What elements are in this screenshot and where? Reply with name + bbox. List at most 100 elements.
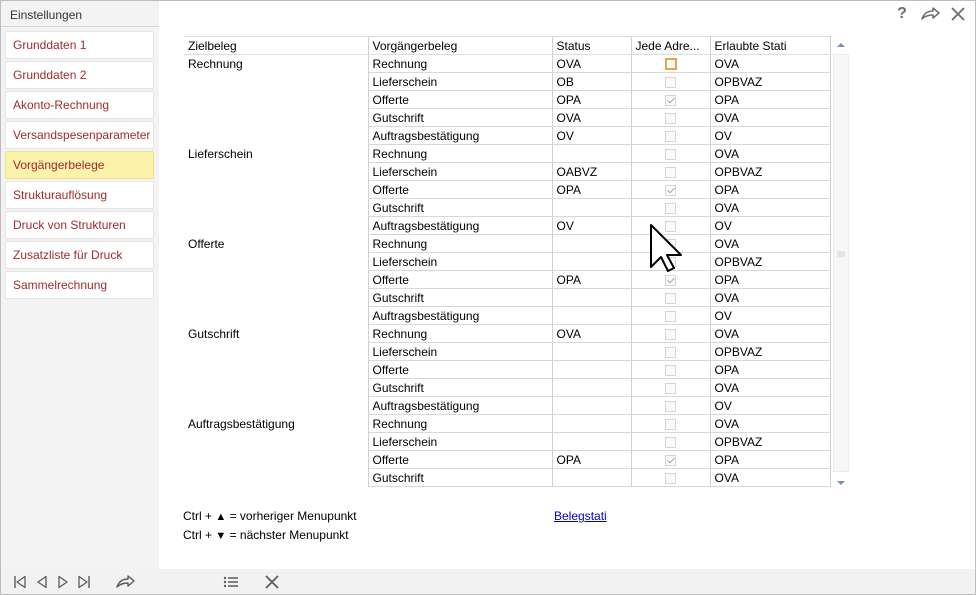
- table-row[interactable]: Offerte OPA OPA: [184, 180, 831, 199]
- cell-zielbeleg[interactable]: [184, 450, 369, 469]
- cell-status[interactable]: OV: [552, 126, 632, 145]
- cell-erlaubte-stati[interactable]: OV: [710, 126, 831, 145]
- cell-erlaubte-stati[interactable]: OVA: [710, 324, 831, 343]
- cell-jede-adresse[interactable]: [631, 396, 711, 415]
- cell-status[interactable]: [552, 414, 632, 433]
- cell-vorgaengerbeleg[interactable]: Auftragsbestätigung: [368, 396, 553, 415]
- cell-erlaubte-stati[interactable]: OPA: [710, 90, 831, 109]
- cell-jede-adresse[interactable]: [631, 270, 711, 289]
- close-icon[interactable]: [948, 5, 968, 23]
- cell-status[interactable]: OV: [552, 216, 632, 235]
- table-row[interactable]: Gutschrift OVA: [184, 198, 831, 217]
- cell-status[interactable]: OPA: [552, 450, 632, 469]
- cell-status[interactable]: [552, 144, 632, 163]
- sidebar-item[interactable]: Akonto-Rechnung: [5, 91, 154, 119]
- cell-vorgaengerbeleg[interactable]: Auftragsbestätigung: [368, 126, 553, 145]
- cell-vorgaengerbeleg[interactable]: Offerte: [368, 270, 553, 289]
- cell-status[interactable]: OVA: [552, 54, 632, 73]
- checkbox[interactable]: [665, 166, 676, 178]
- cell-status[interactable]: [552, 378, 632, 397]
- cancel-icon[interactable]: [263, 574, 281, 590]
- table-row[interactable]: Offerte OPA OPA: [184, 450, 831, 469]
- checkbox-checked[interactable]: [665, 454, 676, 466]
- table-row[interactable]: Offerte OPA OPA: [184, 90, 831, 109]
- previous-record-icon[interactable]: [34, 574, 50, 590]
- cell-jede-adresse[interactable]: [631, 414, 711, 433]
- column-header-status[interactable]: Status: [552, 36, 632, 55]
- cell-zielbeleg[interactable]: [184, 306, 369, 325]
- cell-zielbeleg[interactable]: Offerte: [184, 234, 369, 253]
- table-row[interactable]: Lieferschein OABVZ OPBVAZ: [184, 162, 831, 181]
- cell-erlaubte-stati[interactable]: OV: [710, 396, 831, 415]
- cell-status[interactable]: [552, 198, 632, 217]
- forward-icon[interactable]: [920, 5, 940, 23]
- column-header-jede-adresse[interactable]: Jede Adre...: [631, 36, 711, 55]
- cell-status[interactable]: OPA: [552, 270, 632, 289]
- checkbox[interactable]: [665, 418, 676, 430]
- cell-erlaubte-stati[interactable]: OV: [710, 306, 831, 325]
- cell-vorgaengerbeleg[interactable]: Offerte: [368, 450, 553, 469]
- checkbox[interactable]: [665, 328, 676, 340]
- table-row[interactable]: Auftragsbestätigung OV: [184, 306, 831, 325]
- cell-zielbeleg[interactable]: [184, 198, 369, 217]
- table-row[interactable]: Gutschrift OVA: [184, 378, 831, 397]
- checkbox[interactable]: [665, 400, 676, 412]
- sidebar-item[interactable]: Grunddaten 2: [5, 61, 154, 89]
- cell-status[interactable]: [552, 396, 632, 415]
- checkbox[interactable]: [665, 148, 676, 160]
- cell-status[interactable]: OPA: [552, 90, 632, 109]
- cell-zielbeleg[interactable]: [184, 288, 369, 307]
- cell-status[interactable]: [552, 468, 632, 487]
- scrollbar-track[interactable]: [833, 54, 849, 472]
- cell-vorgaengerbeleg[interactable]: Auftragsbestätigung: [368, 306, 553, 325]
- cell-zielbeleg[interactable]: Gutschrift: [184, 324, 369, 343]
- cell-zielbeleg[interactable]: [184, 468, 369, 487]
- checkbox[interactable]: [665, 112, 676, 124]
- scroll-down-icon[interactable]: [836, 478, 846, 488]
- checkbox-checked[interactable]: [665, 184, 676, 196]
- checkbox[interactable]: [665, 364, 676, 376]
- column-header-vorgaengerbeleg[interactable]: Vorgängerbeleg: [368, 36, 553, 55]
- table-row[interactable]: Offerte Rechnung OVA: [184, 234, 831, 253]
- cell-status[interactable]: OVA: [552, 108, 632, 127]
- first-record-icon[interactable]: [12, 574, 28, 590]
- checkbox[interactable]: [665, 76, 676, 88]
- cell-vorgaengerbeleg[interactable]: Rechnung: [368, 144, 553, 163]
- checkbox[interactable]: [665, 346, 676, 358]
- vertical-scrollbar[interactable]: [833, 36, 849, 488]
- cell-erlaubte-stati[interactable]: OVA: [710, 144, 831, 163]
- checkbox[interactable]: [665, 202, 676, 214]
- cell-erlaubte-stati[interactable]: OPA: [710, 270, 831, 289]
- checkbox[interactable]: [665, 472, 676, 484]
- cell-zielbeleg[interactable]: [184, 90, 369, 109]
- cell-vorgaengerbeleg[interactable]: Rechnung: [368, 234, 553, 253]
- sidebar-item[interactable]: Vorgängerbelege: [5, 151, 154, 179]
- cell-erlaubte-stati[interactable]: OVA: [710, 198, 831, 217]
- table-row[interactable]: Gutschrift OVA: [184, 288, 831, 307]
- cell-zielbeleg[interactable]: [184, 108, 369, 127]
- cell-zielbeleg[interactable]: [184, 180, 369, 199]
- table-row[interactable]: Gutschrift Rechnung OVA OVA: [184, 324, 831, 343]
- cell-vorgaengerbeleg[interactable]: Rechnung: [368, 54, 553, 73]
- column-header-erlaubte-stati[interactable]: Erlaubte Stati: [710, 36, 831, 55]
- checkbox[interactable]: [665, 382, 676, 394]
- cell-erlaubte-stati[interactable]: OVA: [710, 288, 831, 307]
- cell-jede-adresse[interactable]: [631, 72, 711, 91]
- cell-jede-adresse[interactable]: [631, 324, 711, 343]
- checkbox[interactable]: [665, 130, 676, 142]
- cell-jede-adresse[interactable]: [631, 342, 711, 361]
- cell-vorgaengerbeleg[interactable]: Gutschrift: [368, 378, 553, 397]
- scroll-up-icon[interactable]: [836, 40, 846, 50]
- cell-zielbeleg[interactable]: [184, 396, 369, 415]
- list-icon[interactable]: [222, 574, 240, 590]
- cell-jede-adresse[interactable]: [631, 378, 711, 397]
- cell-vorgaengerbeleg[interactable]: Gutschrift: [368, 288, 553, 307]
- cell-jede-adresse[interactable]: [631, 162, 711, 181]
- cell-erlaubte-stati[interactable]: OPBVAZ: [710, 432, 831, 451]
- belegstati-link[interactable]: Belegstati: [554, 509, 607, 523]
- cell-vorgaengerbeleg[interactable]: Lieferschein: [368, 432, 553, 451]
- table-row[interactable]: Lieferschein OPBVAZ: [184, 342, 831, 361]
- cell-jede-adresse[interactable]: [631, 198, 711, 217]
- cell-vorgaengerbeleg[interactable]: Gutschrift: [368, 468, 553, 487]
- table-row[interactable]: Lieferschein OPBVAZ: [184, 252, 831, 271]
